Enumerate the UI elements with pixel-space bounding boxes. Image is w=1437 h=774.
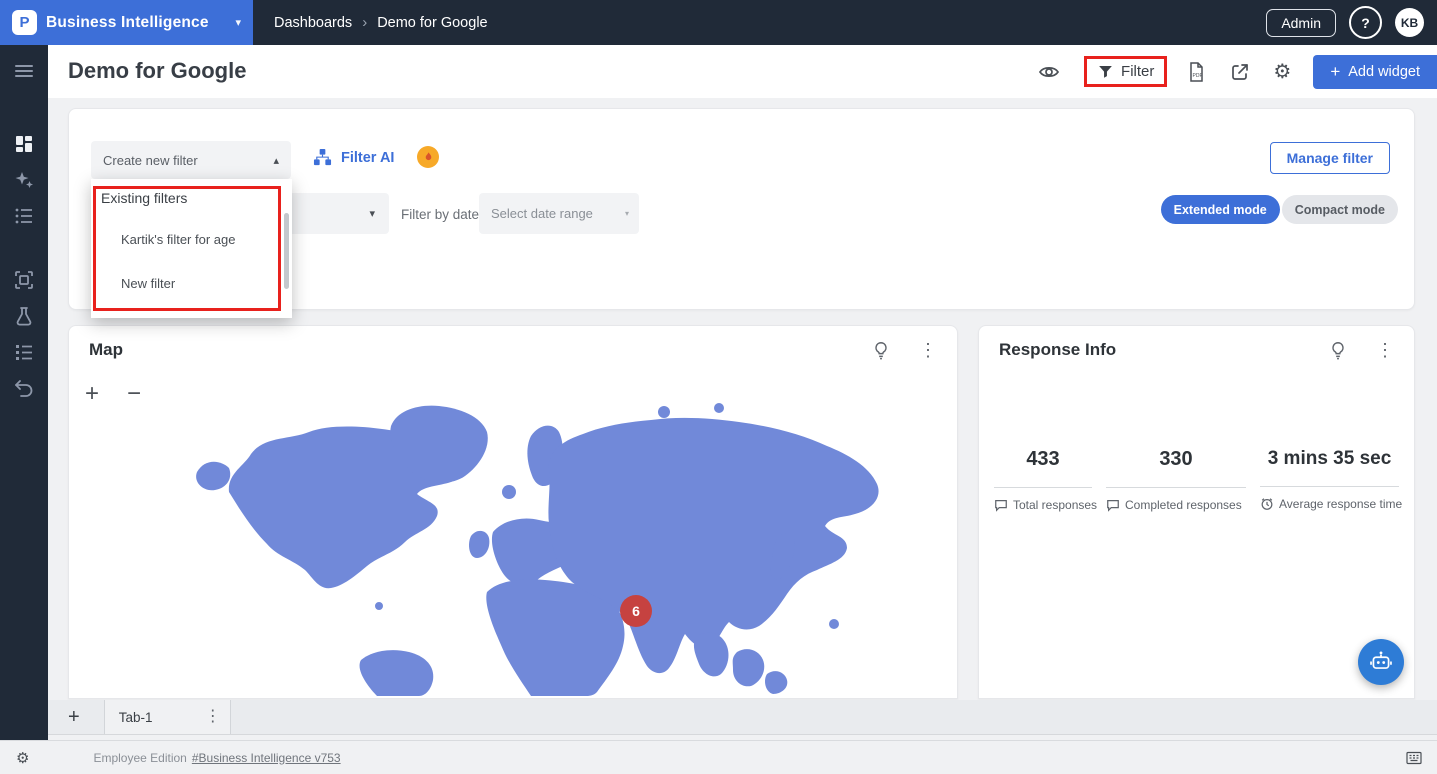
kebab-menu-icon[interactable]: ⋮ [1376,341,1394,359]
dashboard-settings-gear-icon[interactable]: ⚙ [1273,59,1291,84]
add-widget-label: Add widget [1348,64,1420,80]
sidebar-item-experiments[interactable] [13,305,35,327]
svg-text:PDF: PDF [1193,73,1203,79]
add-tab-button[interactable]: + [62,706,86,728]
hamburger-menu-icon[interactable] [13,60,35,82]
response-widget-title: Response Info [999,340,1116,360]
stat-label: Average response time [1279,497,1402,511]
top-bar: P Business Intelligence ▾ Dashboards › D… [0,0,1437,45]
zoom-in-button[interactable]: + [85,382,99,406]
version-link[interactable]: #Business Intelligence v753 [192,751,341,765]
stat-value: 3 mins 35 sec [1260,448,1399,487]
filter-ai-button[interactable]: Filter AI [313,148,394,167]
edition-label: Employee Edition [93,751,186,765]
sidebar-item-scan[interactable] [13,269,35,291]
filter-funnel-icon [1097,63,1114,80]
tab-kebab-menu-icon[interactable]: ⋮ [205,709,221,725]
stat-total-responses: 433 Total responses [994,448,1092,512]
page-title: Demo for Google [68,58,246,84]
existing-filters-dropdown: Existing filters Kartik's filter for age… [91,179,292,318]
compact-mode-button[interactable]: Compact mode [1282,195,1398,224]
page-header: Demo for Google Filter PDF ⚙ + Add widge… [48,45,1437,98]
response-info-widget: Response Info ⋮ 433 Total responses 330 [978,325,1415,699]
map-marker[interactable]: 6 [620,595,652,627]
breadcrumb-dashboards[interactable]: Dashboards [274,15,352,31]
brand-name: Business Intelligence [46,14,209,32]
stat-label: Total responses [1013,498,1097,512]
filter-ai-label: Filter AI [341,150,394,166]
stat-average-response-time: 3 mins 35 sec Average response time [1260,448,1399,512]
breadcrumb-current: Demo for Google [377,15,487,31]
main-content: Demo for Google Filter PDF ⚙ + Add widge… [48,45,1437,774]
dropdown-item-new-filter[interactable]: New filter [121,276,175,291]
filter-annotation-box: Filter [1084,56,1167,87]
filter-by-date-label: Filter by date [401,207,479,222]
robot-icon [1368,649,1394,675]
stat-completed-responses: 330 Completed responses [1106,448,1246,512]
export-pdf-icon[interactable]: PDF [1185,61,1207,83]
caret-down-icon: ▾ [369,207,375,220]
add-widget-button[interactable]: + Add widget [1313,55,1437,89]
admin-button[interactable]: Admin [1266,9,1336,37]
map-continents [196,403,878,696]
footer-widgets-icon[interactable] [1405,749,1423,767]
sidebar-item-ai-sparkles[interactable] [13,169,35,191]
extended-mode-button[interactable]: Extended mode [1161,195,1280,224]
caret-up-icon: ▴ [273,154,279,167]
fire-badge-icon[interactable] [417,146,439,168]
plus-icon: + [1330,62,1340,82]
map-widget-title: Map [89,340,123,360]
lightbulb-icon[interactable] [871,340,891,360]
help-button[interactable]: ? [1349,6,1382,39]
ai-assistant-fab[interactable] [1358,639,1404,685]
breadcrumb-chevron-icon: › [362,14,367,31]
filter-button[interactable]: Filter [1097,63,1154,80]
tab-label: Tab-1 [119,710,153,725]
breadcrumb: Dashboards › Demo for Google [274,14,488,31]
view-mode-toggle: Extended mode Compact mode [1161,195,1398,224]
dropdown-scrollbar[interactable] [284,213,289,289]
sidebar-item-undo[interactable] [13,377,35,399]
brand-logo-icon: P [12,10,37,35]
chat-icon [1106,498,1120,512]
filter-button-label: Filter [1121,63,1154,80]
share-icon[interactable] [1229,61,1251,83]
lightbulb-icon[interactable] [1328,340,1348,360]
chat-icon [994,498,1008,512]
date-range-placeholder: Select date range [491,206,593,221]
caret-down-icon: ▾ [625,209,629,218]
stat-value: 330 [1106,448,1246,488]
brand-menu[interactable]: P Business Intelligence ▾ [0,0,253,45]
kebab-menu-icon[interactable]: ⋮ [919,341,937,359]
create-new-filter-label: Create new filter [103,153,198,168]
manage-filter-button[interactable]: Manage filter [1270,142,1390,174]
sidebar-item-reports[interactable] [13,341,35,363]
stat-value: 433 [994,448,1092,488]
response-stats: 433 Total responses 330 Completed respon… [994,448,1399,512]
date-range-select[interactable]: Select date range ▾ [479,193,639,234]
footer-settings-gear-icon[interactable]: ⚙ [16,749,29,767]
brand-caret-icon: ▾ [235,16,241,29]
create-new-filter-select[interactable]: Create new filter ▴ [91,141,291,179]
zoom-out-button[interactable]: − [127,382,141,406]
tab-1[interactable]: Tab-1 ⋮ [104,700,231,734]
sidebar [0,45,48,740]
dashboard-tab-bar: + Tab-1 ⋮ [48,700,1437,735]
stat-label: Completed responses [1125,498,1242,512]
preview-eye-icon[interactable] [1038,61,1060,83]
world-map[interactable]: 6 [79,374,949,699]
map-widget: Map ⋮ + − [68,325,958,699]
filter-panel-card: Create new filter ▴ Filter AI Manage fil… [68,108,1415,310]
avatar[interactable]: KB [1395,8,1424,37]
dropdown-header: Existing filters [101,190,187,206]
sidebar-item-widget-list[interactable] [13,205,35,227]
clock-icon [1260,497,1274,511]
sidebar-item-dashboards[interactable] [13,133,35,155]
dropdown-item-kartiks-filter[interactable]: Kartik's filter for age [121,232,235,247]
filter-ai-icon [313,148,332,167]
footer: ⚙ Employee Edition #Business Intelligenc… [0,740,1437,774]
svg-text:6: 6 [632,603,640,619]
